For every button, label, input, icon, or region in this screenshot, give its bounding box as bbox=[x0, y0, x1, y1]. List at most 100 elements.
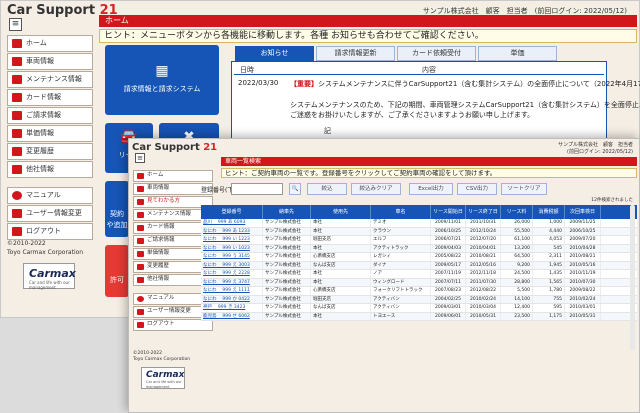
table-cell: 2012/10/24 bbox=[466, 227, 501, 235]
col-car[interactable]: 車名 bbox=[371, 205, 431, 219]
search-icon[interactable]: 🔍 bbox=[289, 183, 301, 195]
table-row[interactable]: なにわ 999 え 3003 サンプル株式会社 なんば支店 ダイナ 2009/05/17… bbox=[201, 261, 637, 270]
table-cell: 2007/08/23 bbox=[431, 287, 466, 295]
table-cell: 2010/11/19 bbox=[565, 270, 601, 278]
price-icon bbox=[137, 250, 144, 257]
vehicle-table: 登録番号 納車先 使用先 車名 リース開始日 リース終了日 リース料 消費税額 … bbox=[201, 205, 637, 321]
sort-clear-button[interactable]: ソートクリア bbox=[501, 183, 547, 195]
tile-contract[interactable]: 契約 や追加 bbox=[105, 181, 129, 237]
plate-link[interactable]: 鹿児島 999 せ 6062 bbox=[201, 312, 263, 320]
car-icon bbox=[12, 57, 22, 66]
col-lease-end[interactable]: リース終了日 bbox=[466, 205, 501, 219]
col-user[interactable]: 使用先 bbox=[311, 205, 371, 219]
table-cell: 28,800 bbox=[501, 278, 533, 286]
filter-button[interactable]: 絞込 bbox=[307, 183, 347, 195]
table-cell: 12,400 bbox=[501, 304, 533, 312]
table-row[interactable]: なにわ 999 い 1223 サンプル株式会社 堀田支店 エルフ 2006/07/21 2… bbox=[201, 236, 637, 245]
table-cell: 本社 bbox=[311, 278, 371, 286]
table-cell: 2010/03/04 bbox=[466, 304, 501, 312]
logout-icon bbox=[12, 227, 22, 236]
sidebar-item-card[interactable]: カード情報 bbox=[7, 89, 93, 106]
plate-link[interactable]: 神戸 999 き 3423 bbox=[201, 304, 263, 312]
plate-link[interactable]: なにわ 999 か 0422 bbox=[201, 295, 263, 303]
sidebar-item-vehicles[interactable]: 車両情報 bbox=[7, 53, 93, 70]
table-cell: 2010/08/21 bbox=[466, 253, 501, 261]
sidebar-item-logout[interactable]: ログアウト bbox=[7, 223, 93, 240]
table-cell: 26,000 bbox=[501, 219, 533, 227]
col-inspection[interactable]: 次回車検日 bbox=[565, 205, 601, 219]
card-icon bbox=[137, 224, 144, 231]
notice-date: 2022/03/30 bbox=[238, 79, 279, 87]
app-logo[interactable]: Car Support 21 bbox=[132, 142, 217, 153]
table-row[interactable]: なにわ 999 え 1111 サンプル株式会社 心斎橋支店 フォークリフトトラック 20… bbox=[201, 287, 637, 296]
col-lease-fee[interactable]: リース料 bbox=[501, 205, 533, 219]
table-cell: アクティバン bbox=[371, 304, 431, 312]
sidebar-item-home[interactable]: ホーム bbox=[7, 35, 93, 52]
filter-clear-button[interactable]: 絞込みクリア bbox=[351, 183, 401, 195]
plate-link[interactable]: なにわ 999 う 3145 bbox=[201, 253, 263, 261]
table-scrollbar[interactable] bbox=[630, 205, 635, 350]
table-cell: 2010/02/24 bbox=[466, 295, 501, 303]
vehicle-list-window: Car Support 21 サンプル株式会社 顧客 担当者 (前回ログイン: 2… bbox=[128, 138, 640, 413]
plate-search-input[interactable] bbox=[231, 183, 283, 195]
tile-permission[interactable]: 許可 bbox=[105, 245, 129, 297]
sidebar-item-home[interactable]: ホーム bbox=[133, 170, 213, 182]
card-icon bbox=[12, 93, 22, 102]
table-cell: 2012/07/20 bbox=[466, 236, 501, 244]
tab-billing-update[interactable]: 請求情報更新 bbox=[316, 46, 395, 61]
table-cell: 2006/07/21 bbox=[431, 236, 466, 244]
table-row[interactable]: なにわ 999 あ 1233 サンプル株式会社 本社 クラウン 2006/10/25 20… bbox=[201, 227, 637, 236]
col-plate[interactable]: 登録番号 bbox=[201, 205, 263, 219]
plate-link[interactable]: なにわ 999 え 3747 bbox=[201, 278, 263, 286]
table-row[interactable]: 品川 999 あ 6093 サンプル株式会社 本社 デミオ 2009/11/01 2011… bbox=[201, 219, 637, 228]
tab-price[interactable]: 単価 bbox=[478, 46, 557, 61]
sidebar-item-other-company[interactable]: 他社情報 bbox=[7, 161, 93, 178]
table-row[interactable]: なにわ 999 え 2228 サンプル株式会社 本社 ノア 2007/11/19 2012… bbox=[201, 270, 637, 279]
tab-card-request[interactable]: カード依頼受付 bbox=[397, 46, 476, 61]
table-cell: 心斎橋支店 bbox=[311, 253, 371, 261]
hint-banner: ヒント：メニューボタンから各機能に移動します。各種 お知らせも合わせてご確認くだ… bbox=[99, 29, 637, 43]
table-cell: 2009/07/20 bbox=[565, 236, 601, 244]
col-delivery[interactable]: 納車先 bbox=[263, 205, 311, 219]
history-icon bbox=[137, 263, 144, 270]
plate-link[interactable]: なにわ 999 え 3003 bbox=[201, 261, 263, 269]
table-cell: ウィングロード bbox=[371, 278, 431, 286]
hamburger-icon[interactable]: ≡ bbox=[135, 153, 145, 163]
sidebar-item-maintenance[interactable]: メンテナンス情報 bbox=[7, 71, 93, 88]
plate-link[interactable]: なにわ 999 え 2228 bbox=[201, 270, 263, 278]
plate-link[interactable]: なにわ 999 い 1223 bbox=[201, 236, 263, 244]
table-row[interactable]: なにわ 999 か 0422 サンプル株式会社 堀田支店 アクティバン 2004/02/… bbox=[201, 295, 637, 304]
table-cell: サンプル株式会社 bbox=[263, 261, 311, 269]
table-cell: 2010/04/01 bbox=[466, 244, 501, 252]
logout-icon bbox=[137, 321, 144, 328]
table-cell: 2010/05/31 bbox=[565, 312, 601, 320]
notice-mark: 記 bbox=[324, 127, 331, 135]
table-cell: サンプル株式会社 bbox=[263, 219, 311, 227]
table-row[interactable]: なにわ 999 え 3747 サンプル株式会社 本社 ウィングロード 2007/07/1… bbox=[201, 278, 637, 287]
sidebar-item-user-settings[interactable]: ユーザー情報変更 bbox=[7, 205, 93, 222]
excel-export-button[interactable]: Excel出力 bbox=[409, 183, 453, 195]
tile-billing-system[interactable]: ▦ 請求情報と請求システム bbox=[105, 45, 219, 115]
table-row[interactable]: なにわ 999 う 3145 サンプル株式会社 心斎橋支店 レガシィ 2005/08/2… bbox=[201, 253, 637, 262]
csv-export-button[interactable]: CSV出力 bbox=[457, 183, 497, 195]
sidebar-item-price[interactable]: 単価情報 bbox=[7, 125, 93, 142]
table-row[interactable]: なにわ 999 い 1023 サンプル株式会社 本社 アクティトラック 2009/04/… bbox=[201, 244, 637, 253]
tab-notices[interactable]: お知らせ bbox=[235, 46, 314, 61]
plate-link[interactable]: なにわ 999 え 1111 bbox=[201, 287, 263, 295]
table-cell: なんば支店 bbox=[311, 261, 371, 269]
plate-link[interactable]: なにわ 999 あ 1233 bbox=[201, 227, 263, 235]
sidebar-item-billing[interactable]: ご請求情報 bbox=[7, 107, 93, 124]
notice-headline[interactable]: 【重要】システムメンテナンスに伴うCarSupport21（含む集計システム）の… bbox=[290, 79, 640, 89]
col-tax[interactable]: 消費税額 bbox=[533, 205, 565, 219]
table-cell: 2011/07/30 bbox=[466, 278, 501, 286]
table-row[interactable]: 神戸 999 き 3423 サンプル株式会社 なんば支店 アクティバン 2009/03/… bbox=[201, 304, 637, 313]
table-cell: サンプル株式会社 bbox=[263, 312, 311, 320]
sidebar-item-manual[interactable]: マニュアル bbox=[7, 187, 93, 204]
sidebar-item-history[interactable]: 変更履歴 bbox=[7, 143, 93, 160]
plate-link[interactable]: なにわ 999 い 1023 bbox=[201, 244, 263, 252]
hamburger-icon[interactable]: ≡ bbox=[9, 18, 22, 31]
plate-link[interactable]: 品川 999 あ 6093 bbox=[201, 219, 263, 227]
col-lease-start[interactable]: リース開始日 bbox=[431, 205, 466, 219]
table-row[interactable]: 鹿児島 999 せ 6062 サンプル株式会社 本社 トヨエース 2009/06/01 2… bbox=[201, 312, 637, 321]
building-icon bbox=[137, 276, 144, 283]
